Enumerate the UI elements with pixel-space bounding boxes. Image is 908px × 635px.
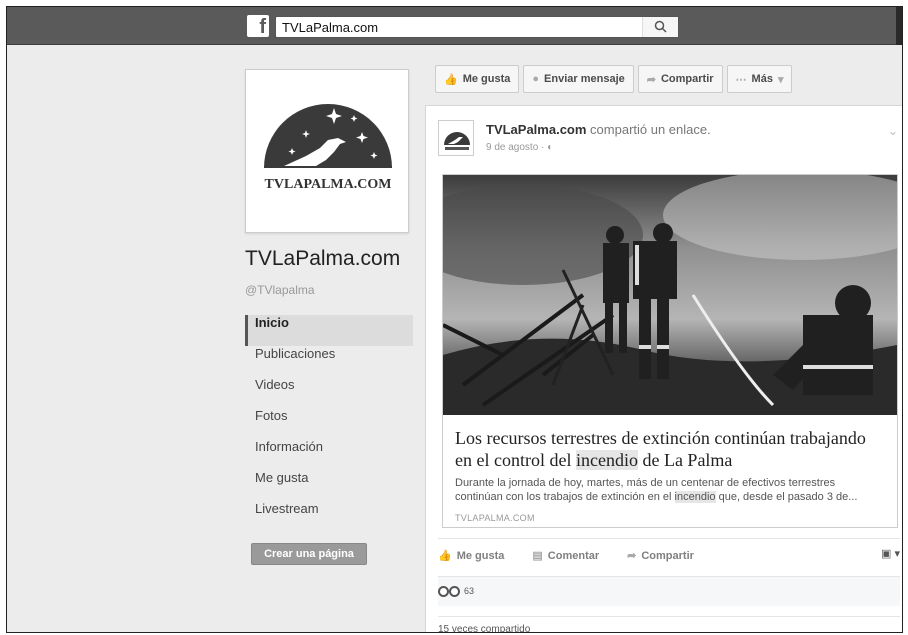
create-page-button[interactable]: Crear una página: [251, 543, 367, 565]
page-title: TVLaPalma.com: [245, 247, 401, 270]
page-avatar-icon: ▣: [881, 548, 892, 560]
facebook-logo-icon[interactable]: f: [247, 15, 269, 38]
like-page-label: Me gusta: [462, 73, 511, 85]
link-title-end: de La Palma: [637, 450, 733, 470]
tvlapalma-logo: TVLAPALMA.COM: [264, 104, 392, 192]
avatar-logo-icon: [444, 132, 470, 150]
post-timestamp[interactable]: 9 de agosto · ◐: [486, 142, 553, 153]
browser-frame: f TVLaPalma.com TVLAPALMA.COM TVLaPalma.…: [6, 6, 903, 633]
post-date-text: 9 de agosto ·: [486, 142, 548, 153]
nav-item-me-gusta[interactable]: Me gusta: [245, 470, 413, 501]
share-page-label: Compartir: [660, 73, 714, 85]
page-action-bar: 👍 Me gusta ● Enviar mensaje ➦ Compartir …: [435, 65, 827, 97]
post-options-chevron-icon[interactable]: ⌄: [888, 124, 898, 138]
search-icon: [654, 20, 667, 33]
more-label: Más: [751, 73, 773, 85]
thumbs-up-icon: 👍: [438, 550, 452, 562]
top-navigation-bar: f: [7, 7, 902, 45]
post-comment-button[interactable]: ▤ Comentar: [532, 549, 600, 563]
shares-count[interactable]: 15 veces compartido: [438, 616, 900, 632]
chevron-down-icon: ▾: [894, 548, 900, 560]
link-preview[interactable]: Los recursos terrestres de extinción con…: [442, 174, 898, 528]
post-as-selector[interactable]: ▣ ▾: [881, 547, 900, 560]
message-icon: ●: [532, 73, 540, 85]
avatar[interactable]: [438, 120, 474, 156]
send-message-label: Enviar mensaje: [544, 73, 625, 85]
search-input[interactable]: [276, 17, 656, 37]
logo-text: TVLAPALMA.COM: [265, 177, 392, 192]
nav-item-fotos[interactable]: Fotos: [245, 408, 413, 439]
ellipsis-icon: ⋯: [735, 73, 747, 86]
send-message-button[interactable]: ● Enviar mensaje: [523, 65, 634, 93]
link-title[interactable]: Los recursos terrestres de extinción con…: [455, 427, 885, 471]
nav-item-publicaciones[interactable]: Publicaciones: [245, 346, 413, 377]
share-page-button[interactable]: ➦ Compartir: [637, 65, 723, 93]
post-action-text: compartió un enlace.: [586, 122, 711, 137]
topbar-edge: [896, 7, 902, 45]
post-share-label: Compartir: [641, 549, 694, 562]
nav-item-livestream[interactable]: Livestream: [245, 501, 413, 532]
page-handle[interactable]: @TVlapalma: [245, 283, 315, 297]
share-arrow-icon: ➦: [646, 73, 656, 86]
reaction-like-icon: [449, 586, 460, 597]
nav-item-videos[interactable]: Videos: [245, 377, 413, 408]
post-card: TVLaPalma.com compartió un enlace. 9 de …: [425, 105, 902, 632]
post-like-label: Me gusta: [456, 549, 505, 562]
firefighters-photo[interactable]: [443, 175, 897, 415]
post-share-button[interactable]: ➦ Compartir: [627, 549, 694, 563]
post-title: TVLaPalma.com compartió un enlace.: [486, 122, 711, 137]
profile-picture[interactable]: TVLAPALMA.COM: [245, 69, 409, 233]
post-like-button[interactable]: 👍 Me gusta: [438, 549, 505, 563]
post-actions: 👍 Me gusta ▤ Comentar ➦ Compartir ▣ ▾: [438, 538, 900, 564]
facebook-logo-letter: f: [259, 16, 266, 38]
reaction-count: 63: [464, 586, 475, 596]
post-author[interactable]: TVLaPalma.com: [486, 122, 586, 137]
comment-icon: ▤: [532, 550, 543, 562]
more-button[interactable]: ⋯ Más ▾: [726, 65, 793, 93]
search-button[interactable]: [642, 17, 678, 37]
nav-item-informacion[interactable]: Información: [245, 439, 413, 470]
link-description: Durante la jornada de hoy, martes, más d…: [455, 476, 885, 504]
reactions-bar[interactable]: 63: [438, 576, 900, 606]
link-domain: TVLAPALMA.COM: [455, 513, 535, 523]
reaction-wow-icon: [438, 586, 449, 597]
share-arrow-icon: ➦: [627, 550, 637, 562]
page-navigation: Inicio Publicaciones Videos Fotos Inform…: [245, 315, 413, 532]
search-box: [275, 16, 679, 38]
like-page-button[interactable]: 👍 Me gusta: [435, 65, 520, 93]
post-comment-label: Comentar: [547, 549, 600, 562]
nav-item-inicio[interactable]: Inicio: [245, 315, 413, 346]
chevron-down-icon: ▾: [777, 73, 784, 86]
globe-icon: ◐: [547, 142, 554, 153]
link-desc-end: que, desde el pasado 3 de...: [715, 491, 858, 503]
link-title-highlight: incendio: [575, 450, 638, 470]
thumbs-up-icon: 👍: [444, 73, 458, 86]
link-desc-highlight: incendio: [674, 491, 716, 503]
firefighters-illustration: [443, 175, 897, 415]
